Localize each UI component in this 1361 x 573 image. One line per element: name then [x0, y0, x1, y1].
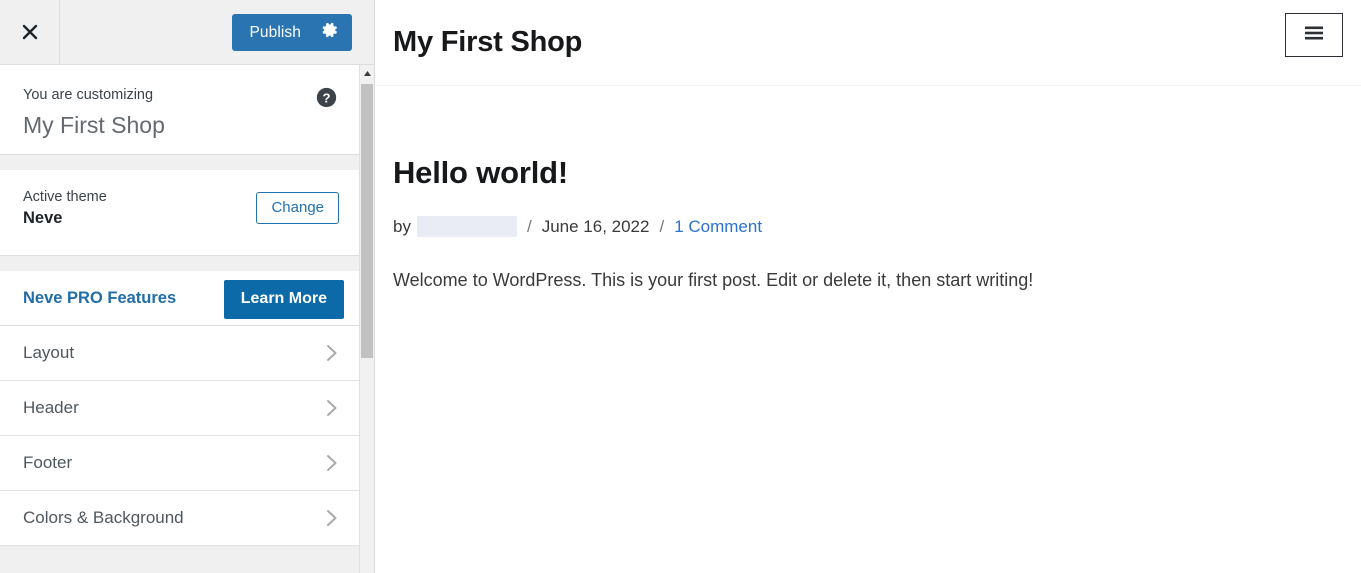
scrollbar-thumb[interactable]: [361, 84, 373, 358]
chevron-right-icon: [326, 454, 338, 477]
publish-label: Publish: [249, 23, 301, 41]
post-comments-link[interactable]: 1 Comment: [674, 218, 762, 235]
hamburger-menu-icon: [1303, 25, 1325, 46]
customizer-sidebar: Publish You are customizing My First Sho…: [0, 0, 375, 573]
meta-separator: /: [659, 217, 665, 237]
site-preview-pane: My First Shop Hello world! by / June 16,…: [376, 0, 1361, 573]
close-customizer-button[interactable]: [0, 0, 60, 64]
post-meta: by / June 16, 2022 / 1 Comment: [393, 216, 1344, 238]
sidebar-item-footer[interactable]: Footer: [0, 436, 360, 491]
post-title: Hello world!: [393, 155, 568, 190]
publish-button[interactable]: Publish: [232, 14, 352, 51]
site-header: My First Shop: [376, 0, 1361, 86]
post-article: Hello world! by / June 16, 2022 / 1 Comm…: [376, 86, 1361, 294]
sidebar-item-header[interactable]: Header: [0, 381, 360, 436]
customizing-site-name: My First Shop: [23, 112, 165, 139]
sidebar-item-label: Header: [23, 398, 79, 417]
customizer-panel: You are customizing My First Shop ? Acti…: [0, 65, 360, 573]
sidebar-item-layout[interactable]: Layout: [0, 326, 360, 381]
section-gap: [0, 155, 360, 170]
post-body-text: Welcome to WordPress. This is your first…: [393, 270, 1034, 291]
gear-icon[interactable]: [321, 21, 339, 44]
meta-separator: /: [526, 217, 532, 237]
post-by-label: by: [393, 217, 411, 237]
chevron-right-icon: [326, 344, 338, 367]
chevron-right-icon: [326, 509, 338, 532]
chevron-right-icon: [326, 399, 338, 422]
hamburger-menu-button[interactable]: [1285, 13, 1343, 57]
customizing-eyebrow: You are customizing: [23, 87, 154, 103]
sidebar-item-colors-background[interactable]: Colors & Background: [0, 491, 360, 546]
post-author-redacted: [416, 216, 517, 238]
scroll-up-arrow-icon[interactable]: [360, 65, 374, 81]
post-date: June 16, 2022: [541, 217, 650, 237]
learn-more-button[interactable]: Learn More: [223, 280, 344, 319]
customizer-header: Publish: [0, 0, 374, 65]
section-gap: [0, 256, 360, 271]
wordpress-customizer-screen: Publish You are customizing My First Sho…: [0, 0, 1361, 573]
sidebar-item-label: Footer: [23, 453, 73, 472]
site-title: My First Shop: [393, 26, 583, 58]
sidebar-item-label: Layout: [23, 343, 75, 362]
change-theme-button[interactable]: Change: [256, 192, 339, 224]
svg-text:?: ?: [322, 90, 330, 105]
close-x-icon: [20, 22, 40, 42]
sidebar-item-label: Colors & Background: [23, 508, 184, 527]
neve-pro-section: Neve PRO Features Learn More: [0, 271, 360, 326]
help-circle-icon[interactable]: ?: [316, 87, 337, 108]
active-theme-section: Active theme Neve Change: [0, 170, 360, 256]
customizing-title-section: You are customizing My First Shop ?: [0, 65, 360, 155]
neve-pro-features-link[interactable]: Neve PRO Features: [23, 289, 176, 308]
sidebar-scrollbar[interactable]: [359, 65, 373, 573]
